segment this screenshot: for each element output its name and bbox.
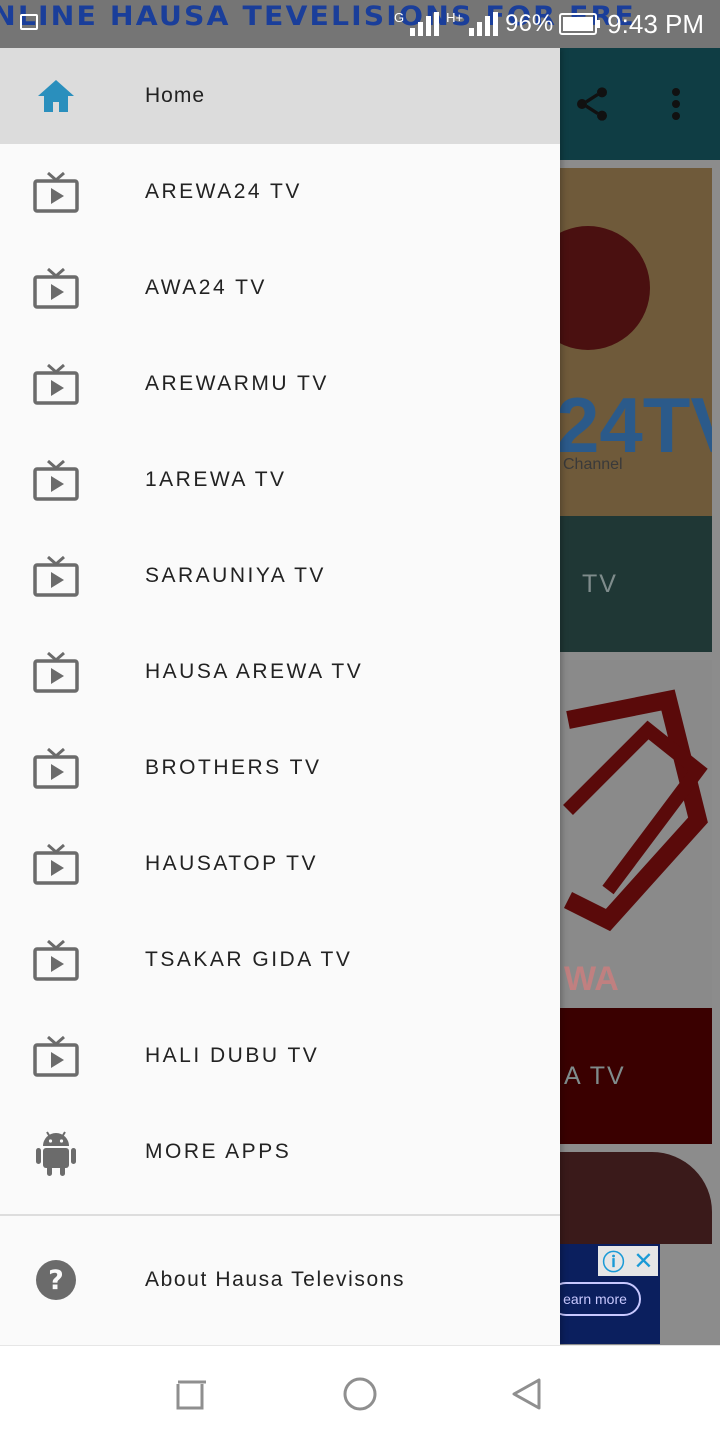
tv-play-icon [32,1032,80,1080]
nav-item-label: SARAUNIYA TV [145,564,326,587]
share-icon[interactable] [570,80,614,128]
nav-item-label: HALI DUBU TV [145,1044,320,1067]
overflow-menu-icon[interactable] [654,80,698,128]
nav-item-label: Home [145,84,206,107]
image-notification-icon [20,14,38,30]
nav-item-label: BROTHERS TV [145,756,322,779]
network-type-label: G [394,9,405,25]
battery-percent: 96% [505,10,554,37]
nav-item-channel[interactable]: TSAKAR GIDA TV [0,912,560,1008]
nav-item-label: HAUSATOP TV [145,852,318,875]
logo-text: WA [564,960,619,998]
nav-item-label: MORE APPS [145,1140,292,1163]
nav-item-about[interactable]: ? About Hausa Televisons [0,1232,560,1328]
close-icon[interactable]: ✕ [633,1247,653,1276]
nav-item-channel[interactable]: HALI DUBU TV [0,1008,560,1104]
home-button[interactable] [338,1372,382,1416]
tv-play-icon [32,648,80,696]
nav-item-more-apps[interactable]: MORE APPS [0,1104,560,1200]
tv-play-icon [32,936,80,984]
nav-item-label: AREWARMU TV [145,372,329,395]
clock: 9:43 PM [607,8,704,39]
battery-icon [559,13,601,35]
network-type-label: H+ [446,9,464,25]
status-bar: NLINE HAUSA TEVELISIONS FOR FRE G H+ 96%… [0,0,720,48]
info-icon[interactable]: ⓘ [602,1245,624,1277]
logo-subtext: Channel [563,456,623,473]
signal-icon [410,12,440,36]
nav-item-label: AREWA24 TV [145,180,302,203]
nav-item-channel[interactable]: SARAUNIYA TV [0,528,560,624]
tv-play-icon [32,264,80,312]
android-icon [32,1128,80,1176]
nav-item-label: 1AREWA TV [145,468,287,491]
tv-play-icon [32,552,80,600]
nav-item-channel[interactable]: AWA24 TV [0,240,560,336]
nav-item-channel[interactable]: HAUSATOP TV [0,816,560,912]
nav-item-label: TSAKAR GIDA TV [145,948,353,971]
card-label: TV [582,569,618,598]
ad-banner[interactable]: ⓘ ✕ earn more [549,1244,660,1344]
card-label: A TV [564,1061,626,1090]
signal-icon [469,12,499,36]
nav-item-channel[interactable]: 1AREWA TV [0,432,560,528]
tv-play-icon [32,360,80,408]
nav-item-label: HAUSA AREWA TV [145,660,364,683]
ad-learn-more-button[interactable]: earn more [549,1282,641,1316]
tv-play-icon [32,744,80,792]
nav-item-channel[interactable]: AREWARMU TV [0,336,560,432]
tv-play-icon [32,168,80,216]
help-icon: ? [32,1256,80,1304]
system-navigation-bar [0,1345,720,1440]
tv-play-icon [32,456,80,504]
nav-item-label: About Hausa Televisons [145,1268,406,1291]
nav-item-label: AWA24 TV [145,276,267,299]
svg-text:?: ? [48,1265,64,1296]
drawer-divider [0,1214,560,1216]
back-button[interactable] [504,1372,548,1416]
home-icon [32,72,80,120]
recent-apps-button[interactable] [170,1372,214,1416]
ad-choices[interactable]: ⓘ ✕ [598,1246,658,1276]
nav-item-channel[interactable]: AREWA24 TV [0,144,560,240]
tv-play-icon [32,840,80,888]
nav-item-channel[interactable]: BROTHERS TV [0,720,560,816]
nav-item-channel[interactable]: HAUSA AREWA TV [0,624,560,720]
nav-item-home[interactable]: Home [0,48,560,144]
navigation-drawer: Home AREWA24 TV AWA24 TV AREWARMU TV 1AR… [0,48,560,1345]
